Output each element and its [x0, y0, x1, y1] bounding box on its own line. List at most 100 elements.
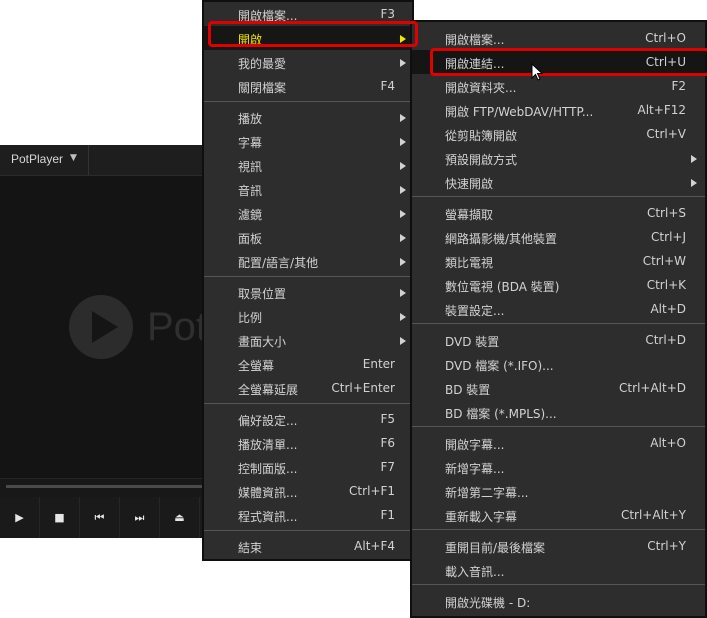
play-icon[interactable]: ▶ — [0, 497, 40, 538]
menu1-item-shortcut: F1 — [380, 508, 395, 522]
menu2-item-shortcut: Ctrl+J — [651, 230, 686, 244]
submenu-arrow-icon — [400, 138, 406, 146]
submenu-arrow-icon — [400, 289, 406, 297]
menu2-item-label: 裝置設定... — [445, 304, 505, 318]
menu1-item[interactable]: 面板 — [204, 225, 412, 249]
menu1-item-shortcut: Alt+F4 — [354, 539, 395, 553]
menu2-item-shortcut: Ctrl+O — [645, 31, 686, 45]
menu2-item-shortcut: Ctrl+D — [645, 333, 686, 347]
menu2-item[interactable]: DVD 裝置 Ctrl+D — [412, 328, 705, 352]
submenu-arrow-icon — [691, 179, 697, 187]
menu1-item[interactable]: 控制面版... F7 — [204, 455, 412, 479]
menu1-item-shortcut: F4 — [380, 79, 395, 93]
annotation-box-open — [208, 21, 418, 47]
menu2-item-shortcut: Ctrl+S — [646, 206, 686, 220]
menu1-item[interactable]: 全螢幕 Enter — [204, 352, 412, 376]
menu1-item[interactable]: 配置/語言/其他 — [204, 249, 412, 273]
menu2-item-label: DVD 檔案 (*.IFO)... — [445, 359, 554, 373]
stop-icon[interactable]: ■ — [40, 497, 80, 538]
menu2-item[interactable]: 載入音訊... — [412, 558, 705, 582]
menu2-item[interactable]: 重開目前/最後檔案 Ctrl+Y — [412, 534, 705, 558]
menu1-item-label: 播放 — [238, 112, 263, 126]
menu1-item-shortcut: F7 — [380, 460, 395, 474]
menu1-item[interactable]: 媒體資訊... Ctrl+F1 — [204, 479, 412, 503]
menu2-item[interactable]: 網路攝影機/其他裝置 Ctrl+J — [412, 225, 705, 249]
menu2-item[interactable]: 螢幕擷取 Ctrl+S — [412, 201, 705, 225]
previous-icon[interactable]: ⏮ — [80, 497, 120, 538]
menu2-item[interactable]: 開啟字幕... Alt+O — [412, 431, 705, 455]
app-title[interactable]: PotPlayer — [11, 152, 63, 166]
menu1-item-label: 配置/語言/其他 — [238, 256, 319, 270]
menu1-item[interactable]: 播放清單... F6 — [204, 431, 412, 455]
menu1-item-shortcut: F6 — [380, 436, 395, 450]
menu-separator — [204, 101, 412, 102]
menu2-item[interactable]: 重新載入字幕 Ctrl+Alt+Y — [412, 503, 705, 527]
menu1-item-label: 程式資訊... — [238, 510, 298, 524]
menu1-item[interactable]: 我的最愛 — [204, 50, 412, 74]
title-dropdown-icon[interactable]: ▼ — [70, 153, 77, 163]
menu1-item[interactable]: 取景位置 — [204, 280, 412, 304]
menu1-item[interactable]: 畫面大小 — [204, 328, 412, 352]
submenu-arrow-icon — [400, 114, 406, 122]
menu2-item-label: 預設開啟方式 — [445, 153, 518, 167]
menu1-item-shortcut: F3 — [380, 7, 395, 21]
menu2-item-label: 重新載入字幕 — [445, 510, 518, 524]
menu1-item-label: 控制面版... — [238, 462, 298, 476]
menu1-item[interactable]: 結束 Alt+F4 — [204, 534, 412, 558]
menu1-item[interactable]: 播放 — [204, 105, 412, 129]
menu1-item[interactable]: 全螢幕延展 Ctrl+Enter — [204, 376, 412, 400]
menu2-item[interactable]: 裝置設定... Alt+D — [412, 297, 705, 321]
menu2-item[interactable]: 預設開啟方式 — [412, 146, 705, 170]
menu1-item-label: 字幕 — [238, 136, 263, 150]
menu2-item-label: 網路攝影機/其他裝置 — [445, 232, 558, 246]
menu2-item-shortcut: Ctrl+Alt+D — [619, 381, 686, 395]
menu1-item[interactable]: 音訊 — [204, 177, 412, 201]
menu1-item-label: 全螢幕延展 — [238, 383, 299, 397]
next-icon[interactable]: ⏭ — [120, 497, 160, 538]
eject-icon[interactable]: ⏏ — [160, 497, 200, 538]
menu2-item[interactable]: 開啟資料夾... F2 — [412, 74, 705, 98]
menu1-item-shortcut: Enter — [362, 357, 395, 371]
submenu-arrow-icon — [400, 162, 406, 170]
menu1-item[interactable]: 程式資訊... F1 — [204, 503, 412, 527]
menu-separator — [412, 584, 705, 585]
menu1-item[interactable]: 視訊 — [204, 153, 412, 177]
menu2-item[interactable]: 開啟 FTP/WebDAV/HTTP... Alt+F12 — [412, 98, 705, 122]
seek-bar[interactable] — [6, 485, 211, 488]
menu1-item[interactable]: 濾鏡 — [204, 201, 412, 225]
menu2-item[interactable]: BD 檔案 (*.MPLS)... — [412, 400, 705, 424]
potplayer-window: PotPlayer ▼ Pot — [0, 145, 215, 538]
menu2-item-shortcut: Ctrl+W — [642, 254, 686, 268]
menu-separator — [412, 196, 705, 197]
menu2-item[interactable]: 新增字幕... — [412, 455, 705, 479]
menu2-item-shortcut: Alt+O — [650, 436, 686, 450]
submenu-arrow-icon — [691, 155, 697, 163]
menu-separator — [204, 530, 412, 531]
menu-separator — [412, 529, 705, 530]
menu2-item[interactable]: 數位電視 (BDA 裝置) Ctrl+K — [412, 273, 705, 297]
menu2-item[interactable]: 新增第二字幕... — [412, 479, 705, 503]
menu1-item-label: 音訊 — [238, 184, 263, 198]
menu1-item[interactable]: 比例 — [204, 304, 412, 328]
menu1-item-label: 面板 — [238, 232, 263, 246]
menu2-item[interactable]: 快速開啟 — [412, 170, 705, 194]
menu2-item-label: 快速開啟 — [445, 177, 494, 191]
title-bar[interactable]: PotPlayer ▼ — [0, 145, 215, 176]
play-logo-icon — [92, 311, 118, 343]
menu1-item[interactable]: 字幕 — [204, 129, 412, 153]
menu1-item[interactable]: 偏好設定... F5 — [204, 407, 412, 431]
menu2-item[interactable]: 開啟光碟機 - D: — [412, 589, 705, 613]
submenu-arrow-icon — [400, 59, 406, 67]
submenu-arrow-icon — [400, 210, 406, 218]
menu2-item[interactable]: 從剪貼簿開啟 Ctrl+V — [412, 122, 705, 146]
menu1-item[interactable]: 關閉檔案 F4 — [204, 74, 412, 98]
menu2-item-label: 螢幕擷取 — [445, 208, 494, 222]
menu2-item[interactable]: BD 裝置 Ctrl+Alt+D — [412, 376, 705, 400]
menu2-item[interactable]: DVD 檔案 (*.IFO)... — [412, 352, 705, 376]
open-submenu: 開啟檔案... Ctrl+O 開啟連結... Ctrl+U 開啟資料夾... F2 開啟 F… — [410, 20, 707, 618]
annotation-box-open-link — [430, 48, 707, 76]
menu2-item[interactable]: 開啟檔案... Ctrl+O — [412, 26, 705, 50]
menu2-item[interactable]: 類比電視 Ctrl+W — [412, 249, 705, 273]
menu1-item-shortcut: Ctrl+F1 — [349, 484, 395, 498]
submenu-arrow-icon — [400, 234, 406, 242]
